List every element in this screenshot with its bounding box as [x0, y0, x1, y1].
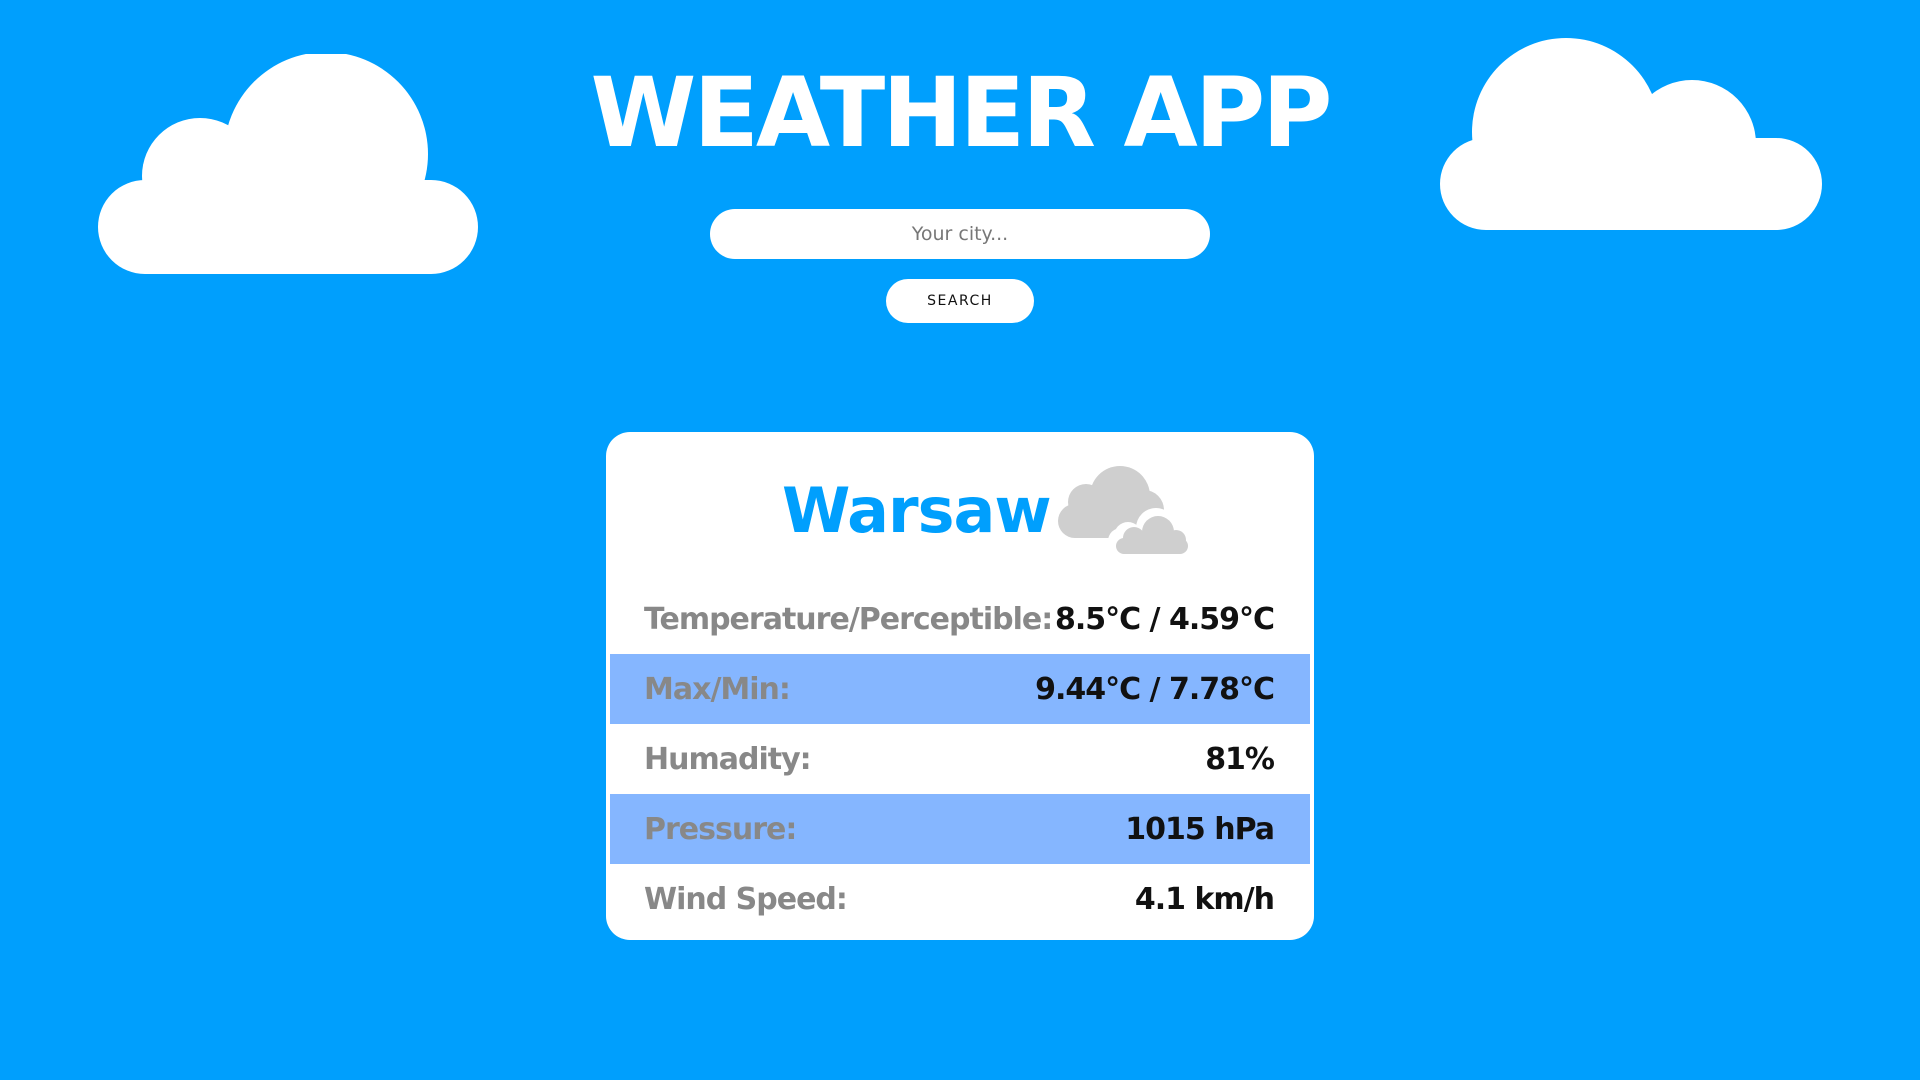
- row-label: Max/Min:: [644, 671, 791, 707]
- weather-details-table: Temperature/Perceptible: 8.5°C / 4.59°C …: [610, 584, 1310, 934]
- pressure-row: Pressure: 1015 hPa: [610, 794, 1310, 864]
- row-value: 4.1 km/h: [1134, 881, 1275, 917]
- row-label: Pressure:: [644, 811, 797, 847]
- row-label: Humadity:: [644, 741, 812, 777]
- app-title: WEATHER APP: [590, 57, 1332, 169]
- row-value: 8.5°C / 4.59°C: [1054, 601, 1275, 637]
- wind-speed-row: Wind Speed: 4.1 km/h: [610, 864, 1310, 934]
- row-label: Temperature/Perceptible:: [644, 601, 1053, 637]
- weather-card: Warsaw Temperature/Perceptible: 8.5°C / …: [606, 432, 1314, 940]
- weather-card-header: Warsaw: [610, 432, 1310, 578]
- humidity-row: Humadity: 81%: [610, 724, 1310, 794]
- city-search-input[interactable]: [710, 209, 1210, 259]
- city-name: Warsaw: [782, 474, 1052, 547]
- row-value: 9.44°C / 7.78°C: [1035, 671, 1275, 707]
- search-button[interactable]: SEARCH: [886, 279, 1034, 323]
- temperature-row: Temperature/Perceptible: 8.5°C / 4.59°C: [610, 584, 1310, 654]
- cloudy-icon: [1058, 466, 1194, 554]
- row-value: 1015 hPa: [1125, 811, 1275, 847]
- max-min-row: Max/Min: 9.44°C / 7.78°C: [610, 654, 1310, 724]
- row-value: 81%: [1205, 741, 1275, 777]
- app-root: WEATHER APP SEARCH Warsaw: [0, 0, 1920, 1080]
- row-label: Wind Speed:: [644, 881, 848, 917]
